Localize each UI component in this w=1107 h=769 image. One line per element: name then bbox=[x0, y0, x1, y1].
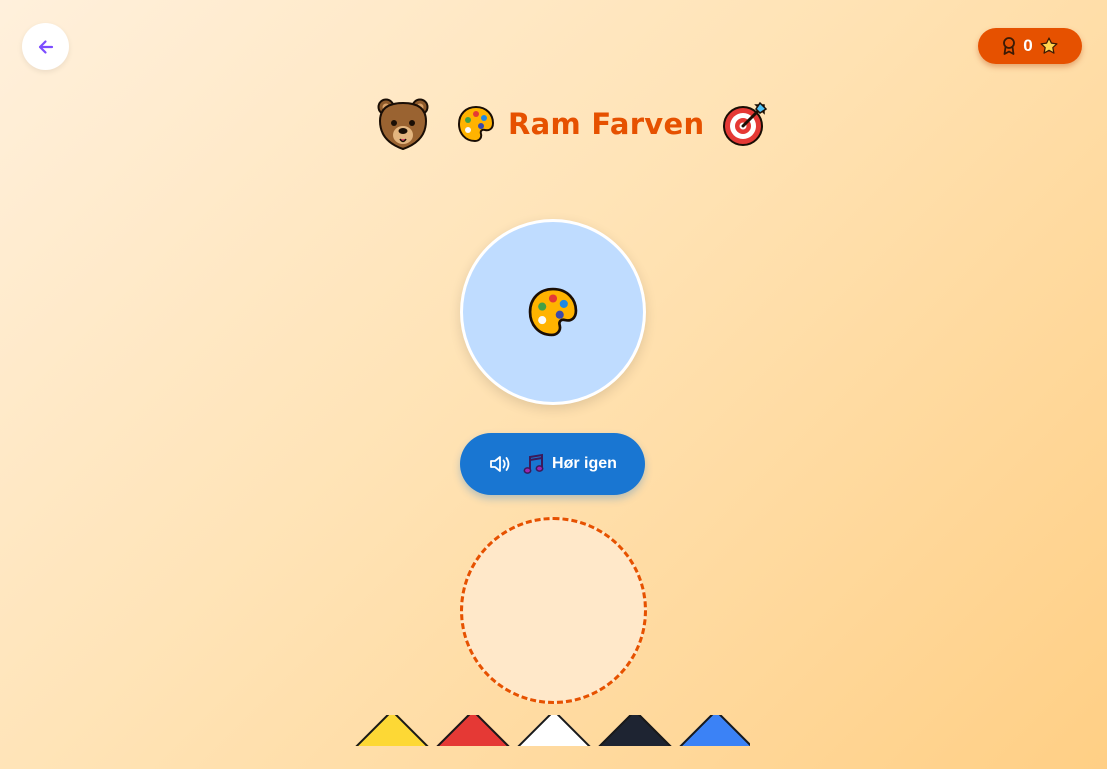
artist-palette-emoji bbox=[457, 105, 495, 143]
bear-face-emoji bbox=[377, 98, 429, 151]
score-value: 0 bbox=[1023, 36, 1033, 55]
direct-hit-emoji bbox=[723, 101, 768, 146]
color-swatch-red[interactable] bbox=[433, 715, 513, 746]
color-swatch-yellow[interactable] bbox=[352, 715, 432, 746]
score-badge: 0 bbox=[978, 28, 1082, 64]
replay-button[interactable]: Hør igen bbox=[460, 433, 645, 495]
color-swatch-blue[interactable] bbox=[676, 715, 750, 746]
color-prompt bbox=[460, 219, 646, 405]
game-title: Ram Farven bbox=[376, 96, 768, 152]
star-icon bbox=[1040, 37, 1058, 54]
color-options bbox=[350, 715, 750, 746]
color-swatch-white[interactable] bbox=[514, 715, 594, 746]
musical-notes-emoji bbox=[523, 453, 544, 474]
artist-palette-emoji bbox=[528, 287, 578, 337]
answer-drop-zone[interactable] bbox=[460, 517, 647, 704]
award-icon bbox=[1003, 37, 1016, 55]
back-button[interactable] bbox=[22, 23, 69, 70]
arrow-left-icon bbox=[38, 39, 53, 54]
color-swatch-black[interactable] bbox=[595, 715, 675, 746]
replay-label: Hør igen bbox=[552, 455, 617, 472]
title-text: Ram Farven bbox=[508, 107, 705, 141]
volume-icon bbox=[490, 456, 510, 472]
